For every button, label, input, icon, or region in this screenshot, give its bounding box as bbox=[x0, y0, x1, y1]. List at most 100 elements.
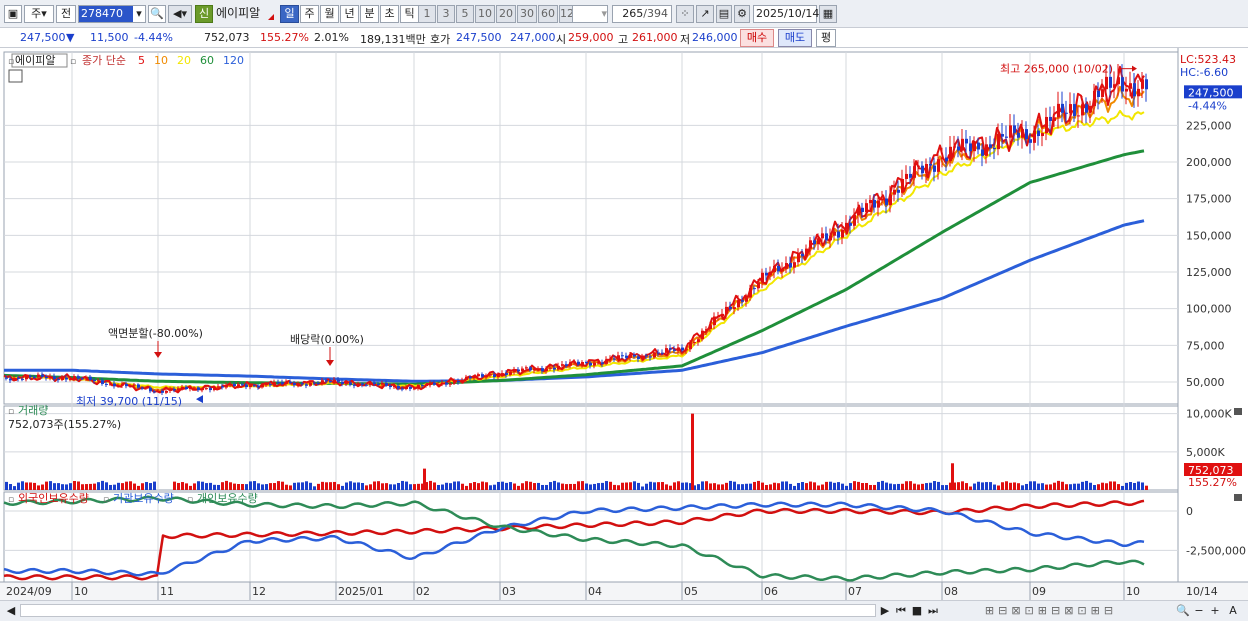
period-tab-4[interactable]: 분 bbox=[360, 5, 379, 23]
candle-body bbox=[777, 265, 780, 272]
volume-bar bbox=[593, 483, 596, 490]
rewind-icon[interactable]: ⏮ bbox=[894, 603, 908, 618]
date-input[interactable]: 2025/10/14 bbox=[753, 5, 819, 23]
volume-bar bbox=[89, 483, 92, 490]
candle-body bbox=[989, 144, 992, 148]
draw-tool-icon[interactable]: ↗ bbox=[696, 5, 714, 23]
candle-body bbox=[393, 385, 396, 388]
calendar-icon[interactable]: ▦ bbox=[819, 5, 837, 23]
zoom-out-button[interactable]: − bbox=[1192, 603, 1206, 618]
volume-y-tick: 5,000K bbox=[1186, 446, 1225, 459]
volume-bar bbox=[549, 482, 552, 490]
period-tab-0[interactable]: 일 bbox=[280, 5, 299, 23]
candle-body bbox=[361, 383, 364, 385]
candle-body bbox=[789, 263, 792, 268]
candle-body bbox=[977, 142, 980, 150]
candle-body bbox=[69, 379, 72, 381]
zoom-in-button[interactable]: + bbox=[1208, 603, 1222, 618]
volume-bar bbox=[437, 484, 440, 490]
volume-bar bbox=[649, 481, 652, 490]
volume-bar bbox=[73, 480, 76, 490]
dots-icon[interactable]: ⁘ bbox=[676, 5, 694, 23]
period-tab-3[interactable]: 년 bbox=[340, 5, 359, 23]
interval-button-5[interactable]: 5 bbox=[456, 5, 474, 23]
volume-bar bbox=[533, 483, 536, 490]
candle-body bbox=[85, 376, 88, 379]
prev-button[interactable]: 전 bbox=[56, 5, 76, 23]
interval-button-10[interactable]: 10 bbox=[475, 5, 495, 23]
period-tab-5[interactable]: 초 bbox=[380, 5, 399, 23]
count-input[interactable]: 265/394 bbox=[612, 5, 672, 23]
candle-body bbox=[421, 385, 424, 387]
interval-button-1[interactable]: 1 bbox=[418, 5, 436, 23]
candle-body bbox=[685, 349, 688, 351]
candle-body bbox=[353, 384, 356, 386]
candle-body bbox=[653, 352, 656, 358]
volume-bar bbox=[473, 482, 476, 490]
candle-body bbox=[1033, 130, 1036, 143]
candle-body bbox=[277, 382, 280, 384]
sell-button[interactable]: 매도 bbox=[778, 29, 812, 47]
period-tab-1[interactable]: 주 bbox=[300, 5, 319, 23]
candle-body bbox=[993, 147, 996, 150]
volume-bar bbox=[1045, 484, 1048, 490]
buy-button[interactable]: 매수 bbox=[740, 29, 774, 47]
settings-icon[interactable]: ⚙ bbox=[734, 5, 750, 23]
interval-button-60[interactable]: 60 bbox=[538, 5, 558, 23]
interval-button-3[interactable]: 3 bbox=[437, 5, 455, 23]
interval-button-20[interactable]: 20 bbox=[496, 5, 516, 23]
volume-bar bbox=[225, 480, 228, 490]
window-icon[interactable]: ▣ bbox=[4, 5, 22, 23]
volume-spike-bar bbox=[423, 468, 426, 490]
scroll-track[interactable] bbox=[20, 604, 876, 617]
interval-select[interactable]: ▾ bbox=[572, 5, 608, 23]
candle-body bbox=[109, 383, 112, 385]
stock-chart[interactable]: 50,000 75,000 100,000 125,000 150,000 175,000… bbox=[0, 48, 1248, 600]
volume-bar bbox=[45, 481, 48, 490]
candle-body bbox=[181, 386, 184, 389]
stock-code-input[interactable]: 278470 ▾ bbox=[78, 5, 146, 23]
volume-bar bbox=[909, 481, 912, 490]
scrollbar[interactable]: ◀ ▶ ⏮ ■ ⏭ ⊞⊟⊠⊡⊞⊟⊠⊡⊞⊟ 🔍 − + A bbox=[0, 600, 1248, 621]
holding-close-icon bbox=[1234, 494, 1242, 501]
x-axis-label: 02 bbox=[416, 585, 430, 598]
save-icon[interactable]: ▤ bbox=[716, 5, 732, 23]
interval-button-30[interactable]: 30 bbox=[517, 5, 537, 23]
eval-button[interactable]: 평 bbox=[816, 29, 836, 47]
font-size-button[interactable]: A bbox=[1226, 603, 1240, 618]
candle-body bbox=[481, 374, 484, 377]
volume-bar bbox=[945, 485, 948, 490]
candle-body bbox=[761, 272, 764, 283]
ma-legend-10: 10 bbox=[154, 54, 168, 67]
candle-body bbox=[497, 375, 500, 378]
volume-bar bbox=[993, 484, 996, 490]
price-panel-stock-name: 에이피알 bbox=[15, 53, 55, 67]
volume-bar bbox=[1089, 482, 1092, 490]
volume-bar bbox=[933, 481, 936, 490]
volume-bar bbox=[505, 482, 508, 490]
split-marker-icon bbox=[154, 352, 162, 358]
chart-area[interactable]: 50,000 75,000 100,000 125,000 150,000 175,000… bbox=[0, 48, 1248, 600]
volume-bar bbox=[125, 481, 128, 490]
volume-bar bbox=[757, 480, 760, 490]
volume-bar bbox=[177, 482, 180, 490]
candle-body bbox=[389, 385, 392, 388]
scroll-right-arrow[interactable]: ▶ bbox=[878, 603, 892, 618]
stop-icon[interactable]: ■ bbox=[910, 603, 924, 618]
forward-icon[interactable]: ⏭ bbox=[926, 603, 940, 618]
chart-tool-icons[interactable]: ⊞⊟⊠⊡⊞⊟⊠⊡⊞⊟ bbox=[946, 603, 1156, 618]
volume-bar bbox=[677, 481, 680, 490]
period-tab-6[interactable]: 틱 bbox=[400, 5, 419, 23]
market-select[interactable]: 주▾ bbox=[24, 5, 54, 23]
volume-bar bbox=[761, 482, 764, 490]
search-icon[interactable]: 🔍 bbox=[148, 5, 166, 23]
zoom-search-icon[interactable]: 🔍 bbox=[1176, 603, 1190, 618]
scroll-left-arrow[interactable]: ◀ bbox=[4, 603, 18, 618]
volume-bar bbox=[1061, 481, 1064, 490]
volume-y-tick: 10,000K bbox=[1186, 408, 1232, 421]
period-tab-2[interactable]: 월 bbox=[320, 5, 339, 23]
holding-panel bbox=[3, 495, 1145, 582]
volume-bar bbox=[1041, 483, 1044, 490]
speaker-icon[interactable]: ◀▾ bbox=[168, 5, 192, 23]
volume-bar bbox=[385, 483, 388, 490]
